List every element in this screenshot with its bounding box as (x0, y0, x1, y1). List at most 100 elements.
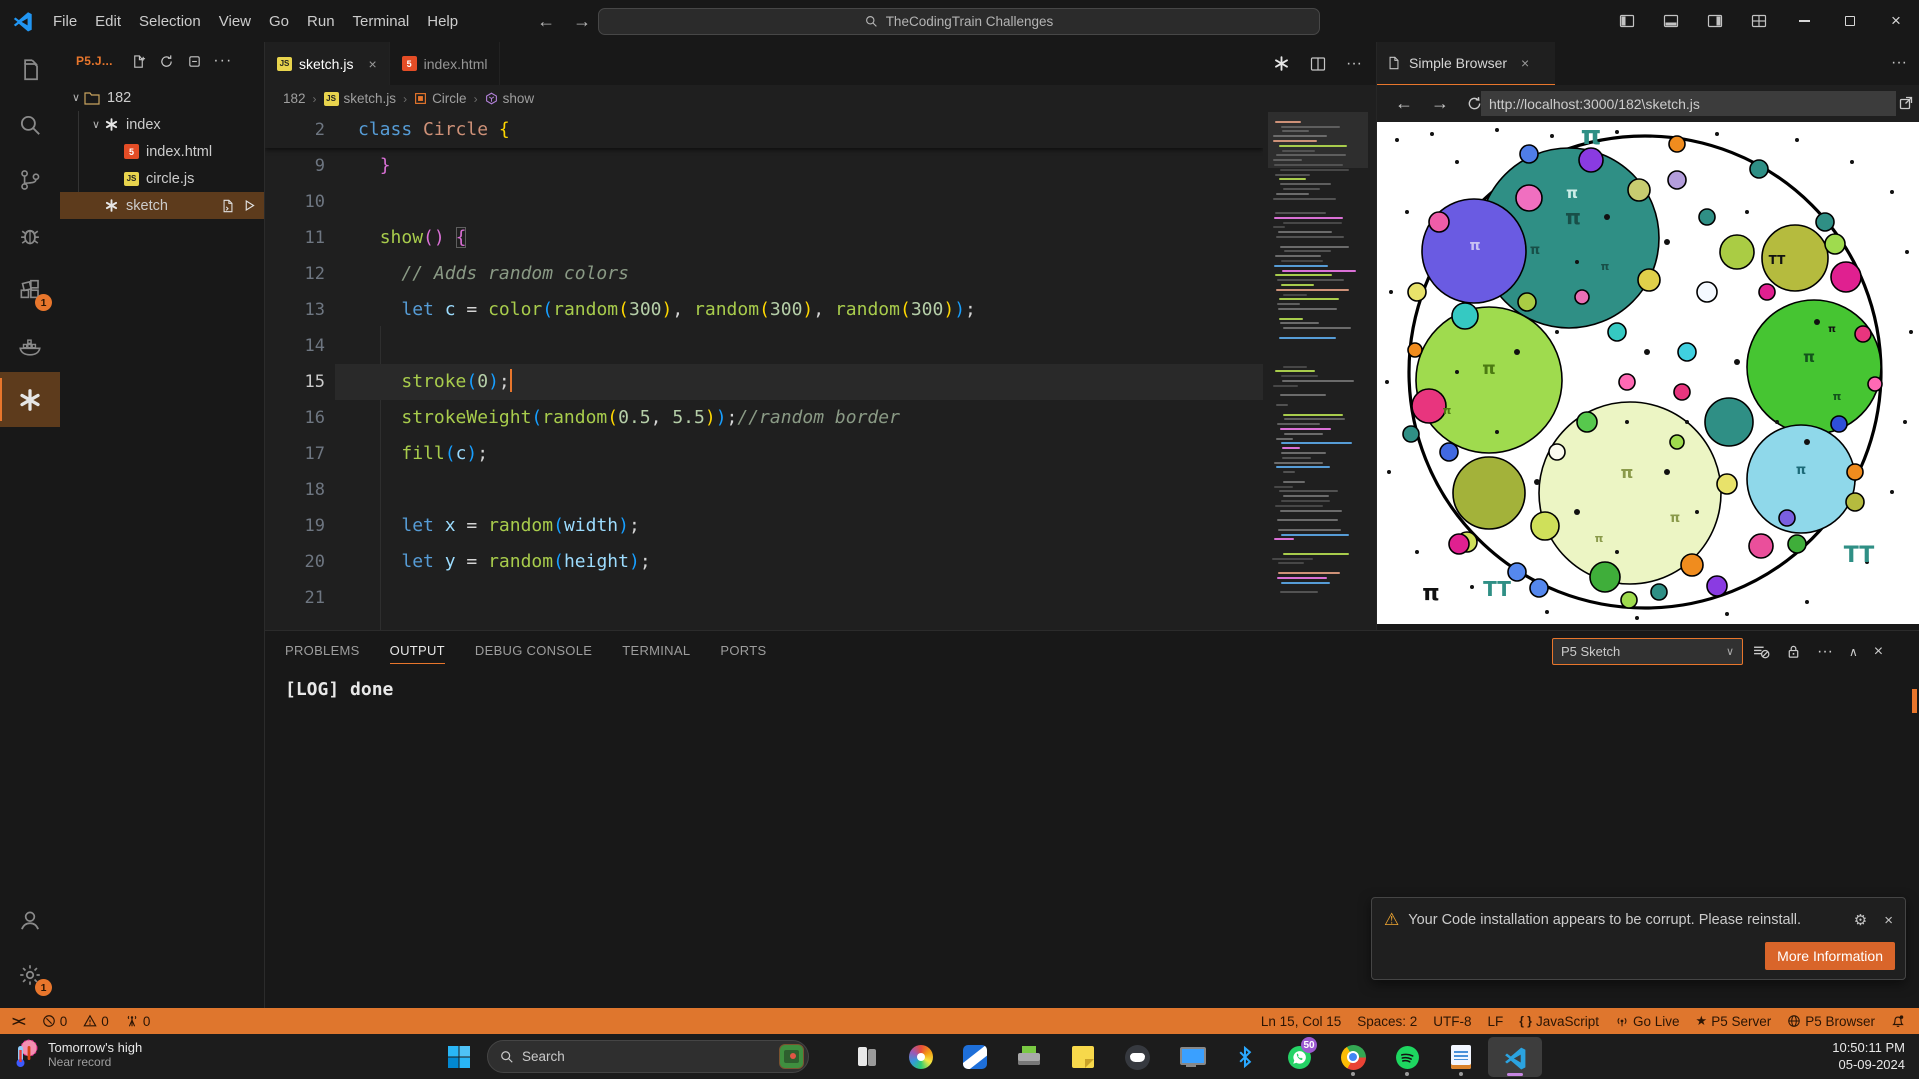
menu-go[interactable]: Go (260, 9, 298, 34)
close-window-button[interactable]: × (1873, 0, 1919, 42)
tree-item-index-html[interactable]: 5index.html (60, 138, 264, 165)
menu-edit[interactable]: Edit (86, 9, 130, 34)
activity-item-search[interactable] (0, 97, 60, 152)
more-information-button[interactable]: More Information (1765, 942, 1895, 970)
taskbar-app-snipping-tool[interactable] (948, 1037, 1002, 1077)
taskbar-clock[interactable]: 10:50:11 PM 05-09-2024 (1832, 1039, 1905, 1073)
breadcrumb[interactable]: 182›JSsketch.js›Circle›show (265, 85, 1376, 112)
menu-help[interactable]: Help (418, 9, 467, 34)
panel-scrollbar[interactable] (1912, 689, 1917, 713)
go-to-file-icon[interactable] (221, 199, 235, 213)
breadcrumb-item-show[interactable]: show (485, 91, 535, 106)
breadcrumb-item-sketch-js[interactable]: JSsketch.js (324, 91, 397, 106)
tree-item-sketch[interactable]: sketch (60, 192, 264, 219)
taskbar-app-printer[interactable] (1002, 1037, 1056, 1077)
panel-tab-output[interactable]: OUTPUT (390, 631, 445, 669)
menu-terminal[interactable]: Terminal (344, 9, 419, 34)
customize-layout-icon[interactable] (1737, 0, 1781, 42)
close-tab-icon[interactable]: × (368, 56, 376, 72)
minimize-button[interactable] (1781, 0, 1827, 42)
run-p5-sketch-icon[interactable] (1273, 55, 1290, 72)
browser-back-icon[interactable]: ← (1395, 93, 1413, 114)
notification-close-icon[interactable]: × (1884, 912, 1893, 929)
lock-scroll-icon[interactable] (1786, 644, 1801, 659)
menu-view[interactable]: View (210, 9, 260, 34)
activity-item-explorer[interactable] (0, 42, 60, 97)
command-center-search[interactable]: TheCodingTrain Challenges (598, 8, 1320, 35)
toggle-panel-icon[interactable] (1649, 0, 1693, 42)
forward-arrow-icon[interactable]: → (573, 11, 591, 32)
maximize-button[interactable] (1827, 0, 1873, 42)
activity-item-docker[interactable] (0, 317, 60, 372)
browser-reload-icon[interactable] (1467, 96, 1482, 111)
run-sketch-play-icon[interactable] (243, 199, 256, 213)
clear-output-icon[interactable] (1753, 643, 1770, 660)
activity-item-extensions[interactable]: 1 (0, 262, 60, 317)
tree-item-182[interactable]: ∨182 (60, 84, 264, 111)
open-external-icon[interactable] (1898, 95, 1914, 111)
menu-file[interactable]: File (44, 9, 86, 34)
notification-settings-icon[interactable]: ⚙ (1854, 911, 1867, 929)
output-channel-dropdown[interactable]: P5 Sketch ∨ (1552, 638, 1743, 665)
status-item-utf-8[interactable]: UTF-8 (1425, 1008, 1479, 1034)
status-item-error[interactable]: 0 (34, 1008, 76, 1034)
activity-item-accounts[interactable] (0, 892, 60, 947)
taskbar-app-vscode[interactable] (1488, 1037, 1542, 1077)
collapse-all-icon[interactable] (183, 49, 207, 73)
browser-more-actions-icon[interactable]: ··· (1891, 54, 1907, 72)
panel-tab-debug-console[interactable]: DEBUG CONSOLE (475, 631, 592, 669)
taskbar-app-sticky-notes[interactable] (1056, 1037, 1110, 1077)
chevron-expanded-icon[interactable]: ∨ (88, 118, 104, 131)
browser-forward-icon[interactable]: → (1431, 93, 1449, 114)
tab-simple-browser[interactable]: Simple Browser × (1377, 42, 1555, 85)
start-button[interactable] (444, 1042, 474, 1072)
status-item-broadcast[interactable]: Go Live (1607, 1008, 1688, 1034)
code-editor[interactable]: 9 }1011 show() {12 // Adds random colors… (265, 112, 1263, 630)
taskbar-app-whatsapp[interactable]: 50 (1272, 1037, 1326, 1077)
status-item-warning[interactable]: 0 (75, 1008, 117, 1034)
activity-item-settings[interactable]: 1 (0, 947, 60, 1002)
status-item-ln-15-col-15[interactable]: Ln 15, Col 15 (1253, 1008, 1349, 1034)
minimap[interactable] (1268, 112, 1368, 612)
weather-widget[interactable]: Tomorrow's high Near record (10, 1038, 142, 1070)
status-item-tower[interactable]: 0 (117, 1008, 159, 1034)
new-file-icon[interactable] (127, 49, 151, 73)
menu-selection[interactable]: Selection (130, 9, 210, 34)
toggle-sidebar-icon[interactable] (1605, 0, 1649, 42)
close-tab-icon[interactable]: × (1521, 55, 1529, 71)
status-item-braces[interactable]: { }JavaScript (1511, 1008, 1607, 1034)
panel-more-actions-icon[interactable]: ··· (1817, 643, 1833, 661)
p5-sketch-canvas[interactable]: ππππππππππππππTTTTTTππ (1377, 122, 1919, 624)
maximize-panel-icon[interactable]: ∧ (1849, 645, 1858, 659)
status-item-bell[interactable] (1883, 1008, 1913, 1034)
taskbar-app-chrome[interactable] (1326, 1037, 1380, 1077)
url-input[interactable]: http://localhost:3000/182\sketch.js (1481, 91, 1896, 116)
breadcrumb-item-182[interactable]: 182 (283, 91, 306, 106)
taskbar-app-notepad[interactable] (1434, 1037, 1488, 1077)
status-item-lf[interactable]: LF (1480, 1008, 1512, 1034)
editor-tab-index-html[interactable]: 5index.html (390, 42, 501, 85)
taskbar-search-input[interactable]: Search (487, 1040, 809, 1073)
activity-item-source-control[interactable] (0, 152, 60, 207)
panel-tab-problems[interactable]: PROBLEMS (285, 631, 360, 669)
breadcrumb-item-Circle[interactable]: Circle (414, 91, 467, 106)
activity-item-p5-sketch[interactable] (0, 372, 60, 427)
status-item-globe[interactable]: P5 Browser (1779, 1008, 1883, 1034)
taskbar-app-designer[interactable] (894, 1037, 948, 1077)
activity-item-debug[interactable] (0, 207, 60, 262)
close-panel-icon[interactable]: × (1874, 643, 1883, 661)
refresh-icon[interactable] (155, 49, 179, 73)
status-item-remote[interactable]: >< (2, 1008, 34, 1034)
editor-more-actions-icon[interactable]: ··· (1346, 55, 1362, 73)
taskbar-app-bluetooth[interactable] (1218, 1037, 1272, 1077)
tree-item-circle-js[interactable]: JScircle.js (60, 165, 264, 192)
taskbar-app-discord[interactable] (1110, 1037, 1164, 1077)
editor-tab-sketch-js[interactable]: JSsketch.js× (265, 42, 390, 85)
tree-item-index[interactable]: ∨index (60, 111, 264, 138)
split-editor-icon[interactable] (1310, 56, 1326, 72)
panel-tab-ports[interactable]: PORTS (720, 631, 766, 669)
panel-tab-terminal[interactable]: TERMINAL (622, 631, 690, 669)
back-arrow-icon[interactable]: ← (537, 11, 555, 32)
menu-run[interactable]: Run (298, 9, 344, 34)
sidebar-more-actions-icon[interactable]: ··· (211, 49, 235, 73)
